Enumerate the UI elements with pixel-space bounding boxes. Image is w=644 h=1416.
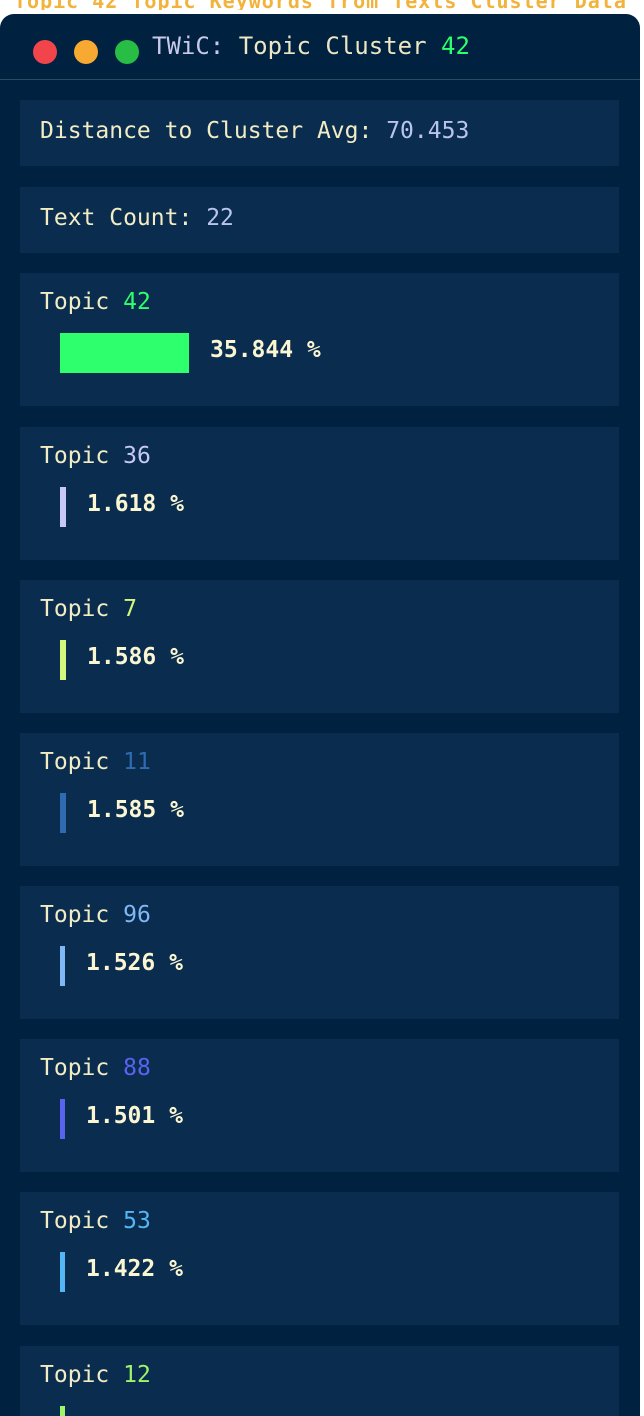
topic-percent: 1.618 % (87, 491, 184, 517)
topic-proportion-bar (60, 487, 66, 527)
topic-cluster-panel: TWiC: Topic Cluster 42 Distance to Clust… (0, 14, 640, 1416)
topic-label: Topic 12 (40, 1362, 151, 1388)
topic-percent: 35.844 % (210, 337, 321, 363)
background-window-strip: Topic 42 Topic Keywords from Texts Clust… (0, 0, 644, 10)
topic-number: 11 (123, 749, 151, 775)
distance-value: 70.453 (386, 118, 470, 144)
title-text: Topic Cluster (238, 32, 427, 60)
topic-label: Topic 88 (40, 1055, 151, 1081)
topic-proportion-bar (60, 793, 66, 833)
topic-card[interactable]: Topic 53 1.422 % (20, 1192, 619, 1325)
topic-proportion-bar (60, 946, 65, 986)
text-count-value: 22 (206, 205, 234, 231)
topic-label: Topic 96 (40, 902, 151, 928)
topic-number: 42 (123, 289, 151, 315)
topic-word: Topic (40, 749, 124, 775)
topic-word: Topic (40, 1362, 124, 1388)
topic-word: Topic (40, 443, 124, 469)
topic-word: Topic (40, 289, 124, 315)
minimize-button[interactable] (74, 40, 98, 64)
text-count-card: Text Count: 22 (20, 187, 619, 253)
app-name: TWiC: (152, 32, 225, 60)
topic-label: Topic 53 (40, 1208, 151, 1234)
topic-word: Topic (40, 1055, 124, 1081)
topic-percent: 1.586 % (87, 644, 184, 670)
topic-proportion-bar (60, 640, 66, 680)
topic-card[interactable]: Topic 12 (20, 1346, 619, 1416)
cluster-number: 42 (441, 32, 470, 60)
topic-card[interactable]: Topic 11 1.585 % (20, 733, 619, 866)
topic-proportion-bar (60, 1252, 65, 1292)
topic-percent: 1.585 % (87, 797, 184, 823)
topic-number: 36 (123, 443, 151, 469)
topic-proportion-bar (60, 1406, 65, 1416)
topic-label: Topic 11 (40, 749, 151, 775)
maximize-button[interactable] (115, 40, 139, 64)
distance-label: Distance to Cluster Avg: (40, 118, 373, 144)
topic-card[interactable]: Topic 88 1.501 % (20, 1039, 619, 1172)
topic-percent: 1.422 % (86, 1256, 183, 1282)
topic-percent: 1.501 % (86, 1103, 183, 1129)
close-button[interactable] (33, 40, 57, 64)
topic-word: Topic (40, 1208, 124, 1234)
topic-card[interactable]: Topic 7 1.586 % (20, 580, 619, 713)
topic-number: 96 (123, 902, 151, 928)
distance-stat: Distance to Cluster Avg: 70.453 (40, 118, 469, 144)
topic-proportion-bar (60, 1099, 65, 1139)
topic-card[interactable]: Topic 42 35.844 % (20, 273, 619, 406)
text-count-label: Text Count: (40, 205, 193, 231)
topic-number: 53 (123, 1208, 151, 1234)
topic-percent: 1.526 % (86, 950, 183, 976)
topic-card[interactable]: Topic 96 1.526 % (20, 886, 619, 1019)
text-count-stat: Text Count: 22 (40, 205, 234, 231)
topic-label: Topic 36 (40, 443, 151, 469)
topic-label: Topic 7 (40, 596, 137, 622)
background-window-text: Topic 42 Topic Keywords from Texts Clust… (14, 0, 627, 10)
topic-number: 88 (123, 1055, 151, 1081)
topic-proportion-bar (60, 333, 189, 373)
distance-card: Distance to Cluster Avg: 70.453 (20, 100, 619, 166)
panel-titlebar[interactable]: TWiC: Topic Cluster 42 (0, 14, 640, 80)
topic-number: 7 (123, 596, 137, 622)
topic-card[interactable]: Topic 36 1.618 % (20, 427, 619, 560)
topic-label: Topic 42 (40, 289, 151, 315)
panel-title: TWiC: Topic Cluster 42 (152, 32, 470, 60)
topic-number: 12 (123, 1362, 151, 1388)
topic-word: Topic (40, 596, 124, 622)
topic-word: Topic (40, 902, 124, 928)
